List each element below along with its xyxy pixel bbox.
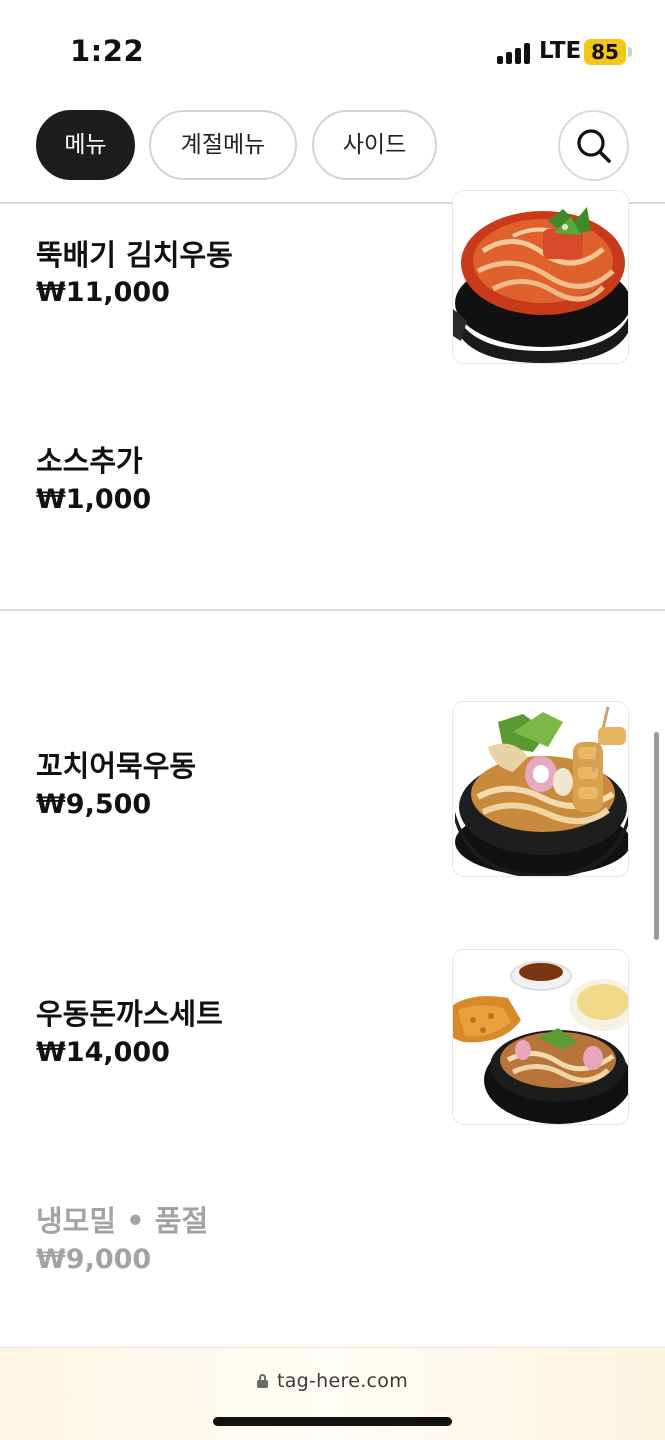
url-display[interactable]: tag-here.com — [0, 1370, 665, 1392]
home-indicator[interactable] — [213, 1417, 452, 1426]
kimchi-udon-photo — [452, 190, 629, 364]
udon-cutlet-set-photo — [452, 949, 629, 1125]
fishcake-udon-photo — [452, 701, 629, 877]
status-bar: 1:22 LTE 85 — [0, 0, 665, 100]
lock-icon — [256, 1374, 268, 1388]
menu-item[interactable]: 꼬치어묵우동 ₩9,500 — [0, 701, 665, 878]
menu-item[interactable]: 우동돈까스세트 ₩14,000 — [0, 949, 665, 1126]
menu-item-price: ₩11,000 — [36, 277, 170, 308]
signal-icon — [497, 42, 533, 64]
menu-item-price: ₩14,000 — [36, 1037, 170, 1068]
menu-item-price: ₩9,500 — [36, 789, 152, 820]
battery-nub — [628, 47, 632, 57]
url-text: tag-here.com — [276, 1370, 409, 1392]
menu-item-price: ₩9,000 — [36, 1244, 152, 1275]
menu-item-name: 냉모밀 • 품절 — [36, 1204, 209, 1238]
search-icon — [577, 129, 611, 163]
tab-menu[interactable]: 메뉴 — [36, 110, 135, 180]
browser-address-bar: tag-here.com — [0, 1347, 665, 1440]
menu-item-sold-out: 냉모밀 • 품절 ₩9,000 — [0, 1180, 665, 1290]
section-divider — [0, 609, 665, 611]
search-button[interactable] — [558, 110, 629, 181]
battery-icon: 85 — [584, 39, 626, 65]
battery-level: 85 — [591, 40, 619, 64]
tab-side[interactable]: 사이드 — [312, 110, 437, 180]
menu-item-name: 뚝배기 김치우동 — [36, 238, 233, 272]
menu-item-price: ₩1,000 — [36, 484, 152, 515]
menu-item-name: 꼬치어묵우동 — [36, 749, 197, 783]
menu-item[interactable]: 소스추가 ₩1,000 — [0, 420, 665, 540]
network-type: LTE — [539, 38, 582, 64]
category-tabs: 메뉴 계절메뉴 사이드 — [0, 108, 665, 184]
menu-item-name: 소스추가 — [36, 444, 143, 478]
menu-item-name: 우동돈까스세트 — [36, 997, 223, 1031]
status-time: 1:22 — [70, 34, 145, 68]
scrollbar[interactable] — [654, 732, 659, 940]
tab-seasonal-menu[interactable]: 계절메뉴 — [149, 110, 297, 180]
menu-item[interactable]: 뚝배기 김치우동 ₩11,000 — [0, 190, 665, 374]
